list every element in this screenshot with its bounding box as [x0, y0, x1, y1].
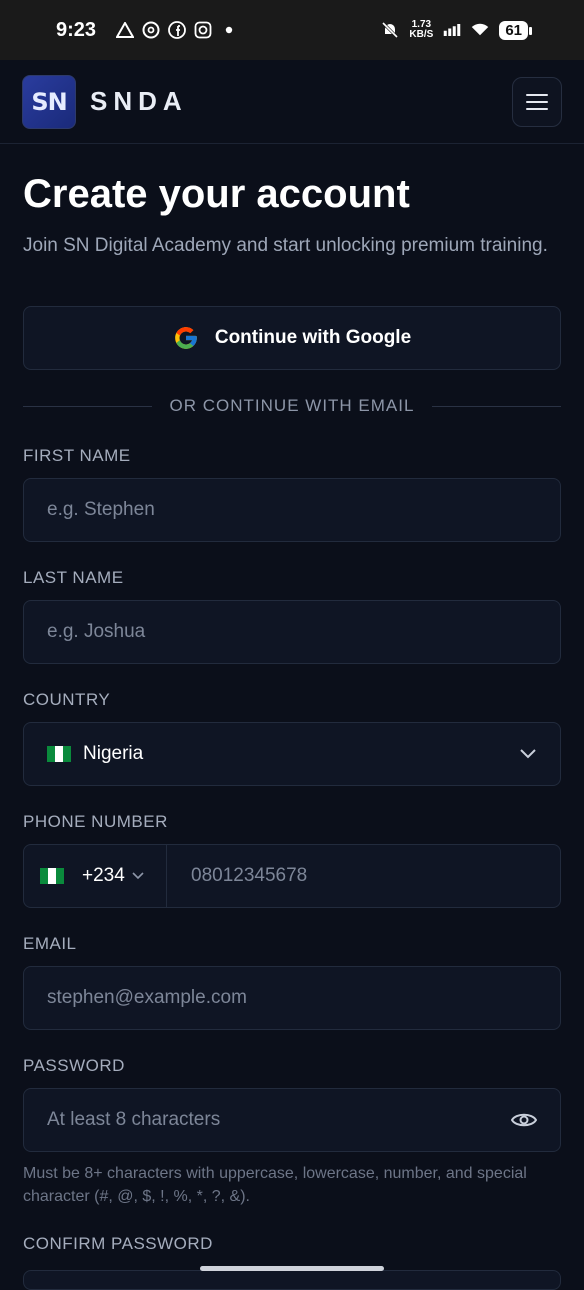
- last-name-placeholder: e.g. Joshua: [47, 621, 146, 642]
- divider-line: [432, 405, 561, 407]
- app-header: SN SNDA: [0, 60, 584, 144]
- country-label: COUNTRY: [23, 690, 111, 709]
- menu-button[interactable]: [512, 76, 562, 127]
- nigeria-flag-icon: [40, 868, 64, 884]
- confirm-password-input[interactable]: [23, 1270, 561, 1290]
- email-label: EMAIL: [23, 934, 77, 953]
- triangle-icon: [116, 21, 135, 39]
- net-speed: 1.73 KB/S: [409, 20, 433, 40]
- phone-label: PHONE NUMBER: [23, 812, 168, 831]
- email-divider: OR CONTINUE WITH EMAIL: [23, 396, 561, 416]
- status-bar-left: 9:23: [56, 19, 238, 42]
- password-label: PASSWORD: [23, 1056, 125, 1075]
- chevron-down-icon: [520, 749, 536, 759]
- confirm-password-label: CONFIRM PASSWORD: [23, 1234, 213, 1253]
- country-select[interactable]: Nigeria: [23, 722, 561, 786]
- email-input[interactable]: stephen@example.com: [23, 966, 561, 1030]
- brand-logo[interactable]: SN: [22, 74, 76, 129]
- eye-icon[interactable]: [511, 1111, 537, 1129]
- net-speed-unit: KB/S: [409, 29, 434, 40]
- phone-input[interactable]: 08012345678: [167, 845, 307, 907]
- phone-placeholder: 08012345678: [191, 865, 308, 886]
- status-bar: 9:23 1.73 KB/S 61: [0, 0, 584, 60]
- last-name-label: LAST NAME: [23, 568, 124, 587]
- google-signin-button[interactable]: Continue with Google: [23, 306, 561, 370]
- password-input[interactable]: At least 8 characters: [23, 1088, 561, 1152]
- country-value: Nigeria: [83, 743, 144, 764]
- last-name-input[interactable]: e.g. Joshua: [23, 600, 561, 664]
- first-name-label: FIRST NAME: [23, 446, 131, 465]
- bell-muted-icon: [381, 21, 399, 39]
- dial-code-value: +234: [82, 865, 125, 886]
- divider-line: [23, 405, 152, 407]
- first-name-placeholder: e.g. Stephen: [47, 499, 155, 520]
- dial-code-select[interactable]: +234: [24, 845, 167, 907]
- phone-field: +234 08012345678: [23, 844, 561, 908]
- facebook-icon: [168, 21, 186, 39]
- page-title: Create your account: [23, 172, 410, 216]
- hamburger-icon: [526, 93, 548, 110]
- page-subtitle: Join SN Digital Academy and start unlock…: [23, 235, 548, 256]
- battery-indicator: 61: [499, 20, 532, 40]
- notification-dot-icon: [220, 21, 238, 39]
- wifi-icon: [471, 21, 489, 39]
- nigeria-flag-icon: [47, 746, 71, 762]
- google-signin-label: Continue with Google: [214, 327, 412, 348]
- status-bar-right: 1.73 KB/S 61: [381, 20, 532, 40]
- password-placeholder: At least 8 characters: [47, 1109, 221, 1130]
- google-icon: [175, 327, 197, 349]
- first-name-input[interactable]: e.g. Stephen: [23, 478, 561, 542]
- email-placeholder: stephen@example.com: [47, 987, 247, 1008]
- password-hint: Must be 8+ characters with uppercase, lo…: [23, 1165, 527, 1205]
- status-time: 9:23: [56, 18, 97, 41]
- signup-form: Create your account Join SN Digital Acad…: [23, 170, 561, 1266]
- home-indicator[interactable]: [200, 1266, 384, 1271]
- brand-name[interactable]: SNDA: [90, 86, 188, 117]
- chevron-down-icon: [132, 872, 144, 880]
- instagram-icon: [194, 21, 212, 39]
- threads-icon: [142, 21, 160, 39]
- divider-label: OR CONTINUE WITH EMAIL: [169, 396, 415, 415]
- signal-icon: [443, 21, 461, 39]
